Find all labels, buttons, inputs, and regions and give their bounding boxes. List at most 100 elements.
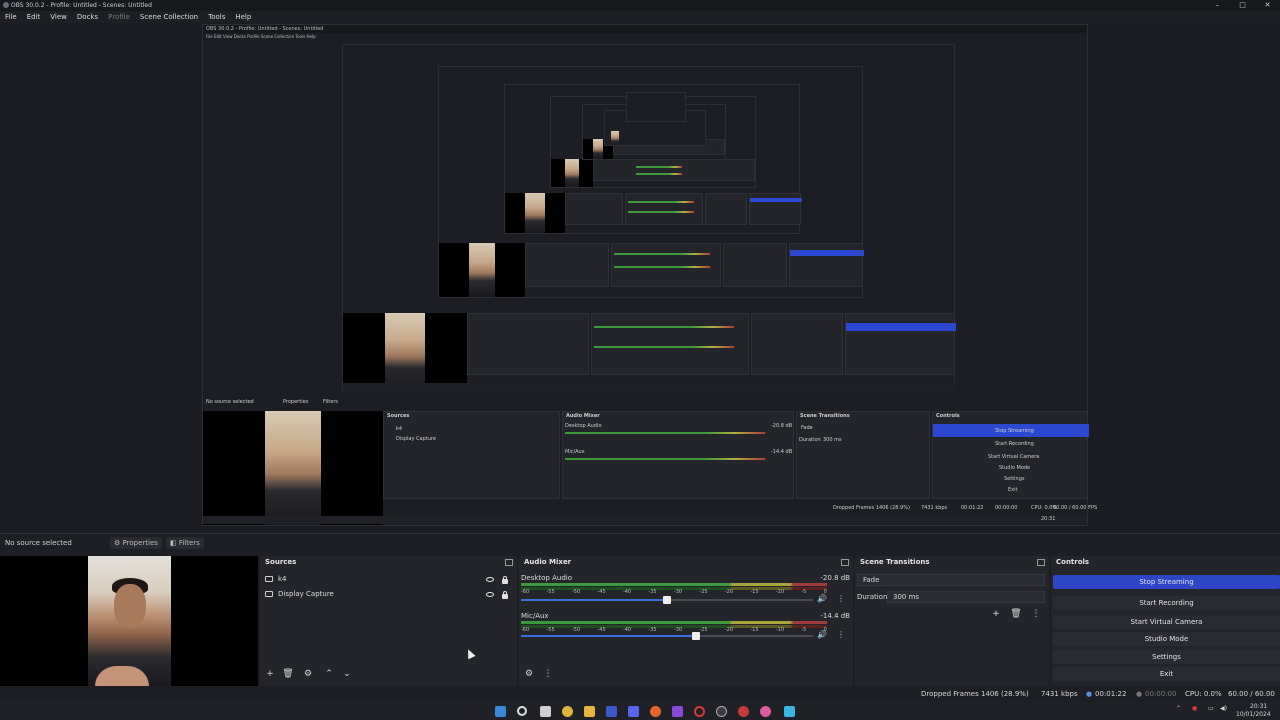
lock-icon[interactable] [502,591,508,599]
filters-button[interactable]: ◧ Filters [166,537,204,549]
advanced-audio-gear-icon[interactable]: ⚙ [522,668,536,680]
slider-knob[interactable] [692,632,701,640]
studio-mode-button[interactable]: Studio Mode [1053,632,1280,646]
remove-source-button[interactable]: 🗑 [281,668,295,680]
nested-obs-window-8 [626,92,686,122]
window-title: OBS 30.0.2 - Profile: Untitled - Scenes:… [11,2,152,9]
nested2-taskbar [343,383,955,391]
properties-button[interactable]: ⚙ Properties [110,537,162,549]
menu-edit[interactable]: Edit [22,11,46,23]
tray-chevron-icon[interactable]: ⌃ [1176,705,1181,712]
mic-tray-icon[interactable]: ● [1192,705,1197,712]
more-options-icon[interactable]: ⋮ [837,630,845,639]
nested-no-source: No source selected [206,399,254,405]
snip-icon[interactable] [784,706,795,717]
taskbar-time[interactable]: 20:31 [1250,703,1267,710]
desktop-audio-ticks: -60 -55 -50 -45 -40 -35 -30 -25 -20 -15 -10 -5 0 [521,589,827,595]
nested-taskbar [203,516,1087,524]
add-transition-button[interactable]: + [989,608,1003,620]
webcam-head [114,584,146,628]
chrome-icon[interactable] [562,706,573,717]
close-button[interactable]: ✕ [1255,0,1280,11]
mic-aux-db: -14.4 dB [820,612,850,620]
menu-tools[interactable]: Tools [203,11,230,23]
transition-select[interactable]: Fade [857,574,1045,586]
move-down-chevron-icon[interactable]: ⌄ [340,668,354,680]
status-bar: Dropped Frames 1406 (28.9%) 7431 kbps ● … [0,686,1280,714]
opera-icon[interactable] [694,706,705,717]
nested-settings: Settings [1004,476,1025,482]
nested-desktop-label: Desktop Audio [565,423,602,429]
mic-aux-volume-slider[interactable] [521,632,813,640]
network-icon[interactable]: ▭ [1208,705,1214,712]
nested-mic-db: -14.4 dB [771,449,793,455]
speaker-icon[interactable]: 🔊 [817,594,827,603]
exit-button[interactable]: Exit [1053,667,1280,681]
mixer-menu-icon[interactable]: ⋮ [541,668,555,680]
source-name: Display Capture [278,590,334,598]
start-recording-button[interactable]: Start Recording [1053,596,1280,610]
menu-scene-collection[interactable]: Scene Collection [135,11,203,23]
discord-icon[interactable] [628,706,639,717]
visibility-eye-icon[interactable] [486,577,494,582]
source-item-display-capture[interactable]: Display Capture [265,588,334,601]
stop-streaming-button[interactable]: Stop Streaming [1053,575,1280,589]
menu-view[interactable]: View [45,11,72,23]
itunes-icon[interactable] [760,706,771,717]
remove-transition-button[interactable]: 🗑 [1009,608,1023,620]
search-icon[interactable] [517,706,527,716]
window-controls: – □ ✕ [1205,0,1280,11]
undock-icon[interactable] [1037,559,1045,566]
camera-icon [265,576,273,582]
nested-mixer-panel: Audio Mixer Desktop Audio -20.8 dB Mic/A… [562,411,794,499]
firefox-icon[interactable] [650,706,661,717]
no-source-label: No source selected [5,539,72,547]
taskbar-date[interactable]: 10/01/2024 [1236,711,1271,718]
speaker-icon[interactable]: 🔊 [817,630,827,639]
undock-icon[interactable] [505,559,513,566]
rec-indicator-icon: ● [1136,690,1143,698]
undock-icon[interactable] [841,559,849,566]
desktop-audio-volume-slider[interactable] [521,596,813,604]
properties-label: Properties [122,539,158,547]
mixer-header: Audio Mixer [519,556,853,569]
windows-start-icon[interactable] [495,706,506,717]
nested-controls-panel: Controls Stop Streaming Start Recording … [932,411,1089,499]
add-source-button[interactable]: + [263,668,277,680]
menu-help[interactable]: Help [230,11,256,23]
steam-icon[interactable] [738,706,749,717]
windows-taskbar: ⌃ ● ▭ ◀) 20:31 10/01/2024 [0,702,1280,720]
nested-clock: 20:31 [1041,516,1056,522]
slider-knob[interactable] [663,596,671,604]
twitch-icon[interactable] [672,706,683,717]
source-properties-gear-icon[interactable]: ⚙ [301,668,315,680]
volume-icon[interactable]: ◀) [1220,705,1227,712]
source-item-k4[interactable]: k4 [265,573,287,586]
lock-icon[interactable] [502,576,508,584]
source-name: k4 [278,575,287,583]
menu-file[interactable]: File [0,11,22,23]
settings-button[interactable]: Settings [1053,650,1280,664]
start-virtual-camera-button[interactable]: Start Virtual Camera [1053,615,1280,629]
nested5-meter2 [636,173,682,175]
menu-profile[interactable]: Profile [103,11,135,23]
nested-duration-value: 300 ms [823,437,842,443]
nested4-meter2 [628,211,694,213]
task-view-icon[interactable] [540,706,551,717]
nested3-meter1 [614,253,710,255]
duration-spinbox[interactable]: 300 ms [887,591,1045,603]
mic-aux-label: Mic/Aux [521,612,549,620]
transition-menu-icon[interactable]: ⋮ [1029,608,1043,620]
slider-track-rest [696,635,813,637]
controls-dock: Controls Stop Streaming Start Recording … [1051,556,1280,686]
visibility-eye-icon[interactable] [486,592,494,597]
minimize-button[interactable]: – [1205,0,1230,11]
file-explorer-icon[interactable] [584,706,595,717]
maximize-button[interactable]: □ [1230,0,1255,11]
move-up-chevron-icon[interactable]: ⌃ [322,668,336,680]
nested-start-recording: Start Recording [995,441,1034,447]
menu-docks[interactable]: Docks [72,11,103,23]
shield-icon[interactable] [606,706,617,717]
more-options-icon[interactable]: ⋮ [837,594,845,603]
obs-icon[interactable] [716,706,727,717]
